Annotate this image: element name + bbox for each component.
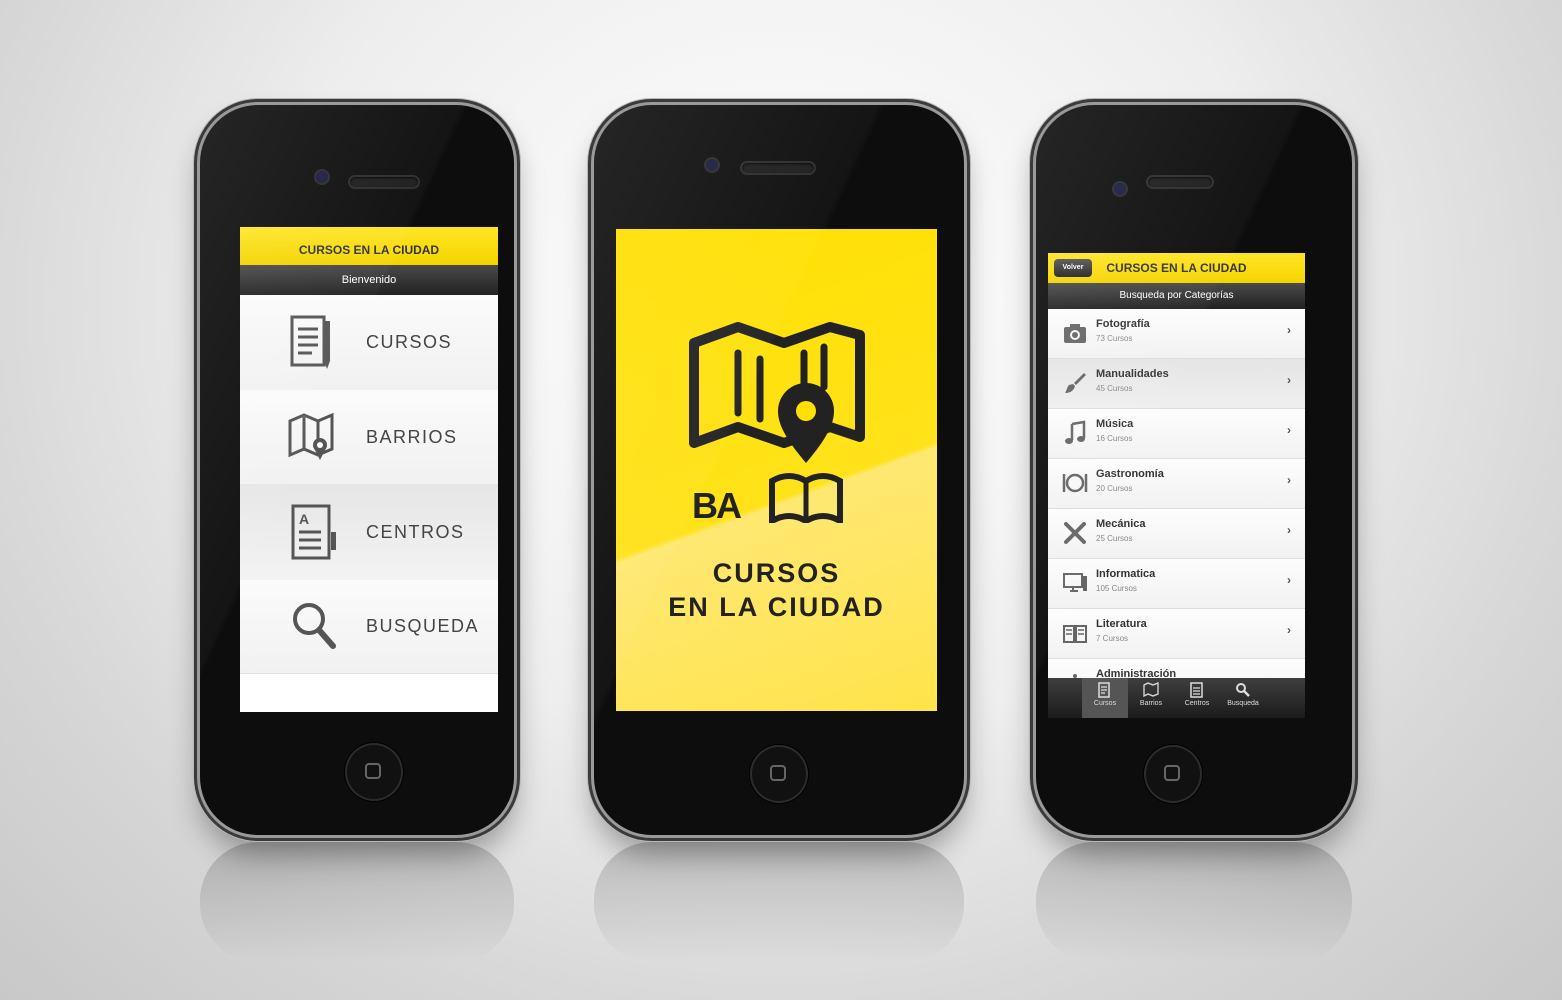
- menu-label: BARRIOS: [366, 426, 458, 447]
- category-count: 73 Cursos: [1096, 334, 1133, 343]
- category-row-fotografia[interactable]: Fotografía 73 Cursos ›: [1048, 309, 1305, 359]
- tools-icon: [1064, 522, 1086, 544]
- chevron-right-icon: ›: [1287, 323, 1291, 337]
- chevron-right-icon: ›: [1287, 573, 1291, 587]
- category-row-gastronomia[interactable]: Gastronomía 20 Cursos ›: [1048, 459, 1305, 509]
- left-screen: CURSOS EN LA CIUDAD Bienvenido CURSOS BA…: [240, 227, 498, 712]
- directory-icon: A: [284, 502, 344, 562]
- category-row-literatura[interactable]: Literatura 7 Cursos ›: [1048, 609, 1305, 659]
- category-row-informatica[interactable]: Informatica 105 Cursos ›: [1048, 559, 1305, 609]
- menu-label: CURSOS: [366, 332, 453, 352]
- tab-bar: Cursos Barrios Centros Busqueda: [1048, 678, 1305, 718]
- magnifier-icon: [284, 597, 344, 657]
- app-header: Volver CURSOS EN LA CIUDAD: [1048, 253, 1305, 283]
- left-phone: CURSOS EN LA CIUDAD Bienvenido CURSOS BA…: [200, 105, 514, 835]
- home-button[interactable]: [345, 743, 403, 801]
- category-count: 25 Cursos: [1096, 534, 1133, 543]
- app-header-title: CURSOS EN LA CIUDAD: [1106, 261, 1247, 275]
- home-button[interactable]: [750, 745, 808, 803]
- map-icon: [1143, 682, 1159, 698]
- category-name: Manualidades: [1096, 368, 1169, 380]
- welcome-bar: Bienvenido: [240, 265, 498, 295]
- menu-item-barrios[interactable]: BARRIOS: [240, 390, 498, 485]
- music-note-icon: [1065, 420, 1086, 444]
- tab-busqueda[interactable]: Busqueda: [1220, 678, 1266, 718]
- computer-icon: [1063, 573, 1087, 592]
- category-count: 105 Cursos: [1096, 584, 1137, 593]
- app-header-title: CURSOS EN LA CIUDAD: [240, 227, 498, 265]
- right-phone-reflection: [1036, 842, 1352, 962]
- center-phone-reflection: [594, 842, 964, 962]
- chevron-right-icon: ›: [1287, 473, 1291, 487]
- map-pin-icon: [284, 407, 344, 467]
- menu-label: BUSQUEDA: [366, 616, 480, 636]
- category-row-mecanica[interactable]: Mecánica 25 Cursos ›: [1048, 509, 1305, 559]
- category-count: 45 Cursos: [1096, 384, 1133, 393]
- center-phone: BA CURSOS EN LA CIUDAD: [594, 105, 964, 835]
- right-screen: Volver CURSOS EN LA CIUDAD Busqueda por …: [1048, 253, 1305, 718]
- category-name: Informatica: [1096, 568, 1156, 580]
- search-icon: [1236, 683, 1250, 697]
- document-pencil-icon: [284, 313, 344, 373]
- splash-title-line2: EN LA CIUDAD: [668, 592, 885, 622]
- ba-logo-mark: BA: [692, 485, 742, 526]
- chevron-right-icon: ›: [1287, 373, 1291, 387]
- camera-icon: [1064, 324, 1086, 343]
- speaker-grille: [350, 177, 418, 187]
- menu-item-centros[interactable]: A CENTROS: [240, 484, 498, 581]
- category-count: 16 Cursos: [1096, 434, 1133, 443]
- book-icon: [1063, 625, 1087, 643]
- left-phone-reflection: [200, 842, 514, 962]
- menu-item-cursos[interactable]: CURSOS: [240, 295, 498, 391]
- tab-label: Barrios: [1139, 700, 1163, 707]
- menu-item-busqueda[interactable]: BUSQUEDA: [240, 580, 498, 674]
- tab-label: Centros: [1184, 700, 1210, 707]
- speaker-grille: [742, 163, 814, 173]
- chevron-right-icon: ›: [1287, 423, 1291, 437]
- speaker-grille: [1148, 177, 1212, 187]
- category-name: Fotografía: [1096, 318, 1150, 330]
- front-camera-icon: [316, 171, 328, 183]
- category-search-bar: Busqueda por Categorías: [1048, 283, 1305, 309]
- front-camera-icon: [706, 159, 718, 171]
- category-row-manualidades[interactable]: Manualidades 45 Cursos ›: [1048, 359, 1305, 409]
- category-name: Música: [1096, 418, 1134, 430]
- category-name: Gastronomía: [1096, 468, 1164, 480]
- category-name: Mecánica: [1096, 518, 1146, 530]
- category-name: Literatura: [1096, 618, 1147, 630]
- home-button[interactable]: [1144, 745, 1202, 803]
- svg-text:A: A: [299, 511, 309, 527]
- tab-cursos[interactable]: Cursos: [1082, 678, 1128, 718]
- directory-icon: [1190, 682, 1203, 698]
- splash-screen: BA CURSOS EN LA CIUDAD: [616, 229, 937, 711]
- menu-label: CENTROS: [366, 521, 465, 542]
- front-camera-icon: [1114, 183, 1126, 195]
- back-button[interactable]: Volver: [1054, 259, 1092, 277]
- document-icon: [1098, 682, 1110, 698]
- tab-centros[interactable]: Centros: [1174, 678, 1220, 718]
- tab-label: Busqueda: [1227, 700, 1259, 707]
- brush-icon: [1065, 373, 1086, 393]
- tab-label: Cursos: [1093, 700, 1117, 707]
- splash-title-line1: CURSOS: [712, 558, 841, 588]
- plate-cutlery-icon: [1062, 473, 1088, 493]
- category-count: 7 Cursos: [1096, 634, 1129, 643]
- category-row-musica[interactable]: Música 16 Cursos ›: [1048, 409, 1305, 459]
- tab-barrios[interactable]: Barrios: [1128, 678, 1174, 718]
- chevron-right-icon: ›: [1287, 523, 1291, 537]
- right-phone: Volver CURSOS EN LA CIUDAD Busqueda por …: [1036, 105, 1352, 835]
- chevron-right-icon: ›: [1287, 623, 1291, 637]
- category-count: 20 Cursos: [1096, 484, 1133, 493]
